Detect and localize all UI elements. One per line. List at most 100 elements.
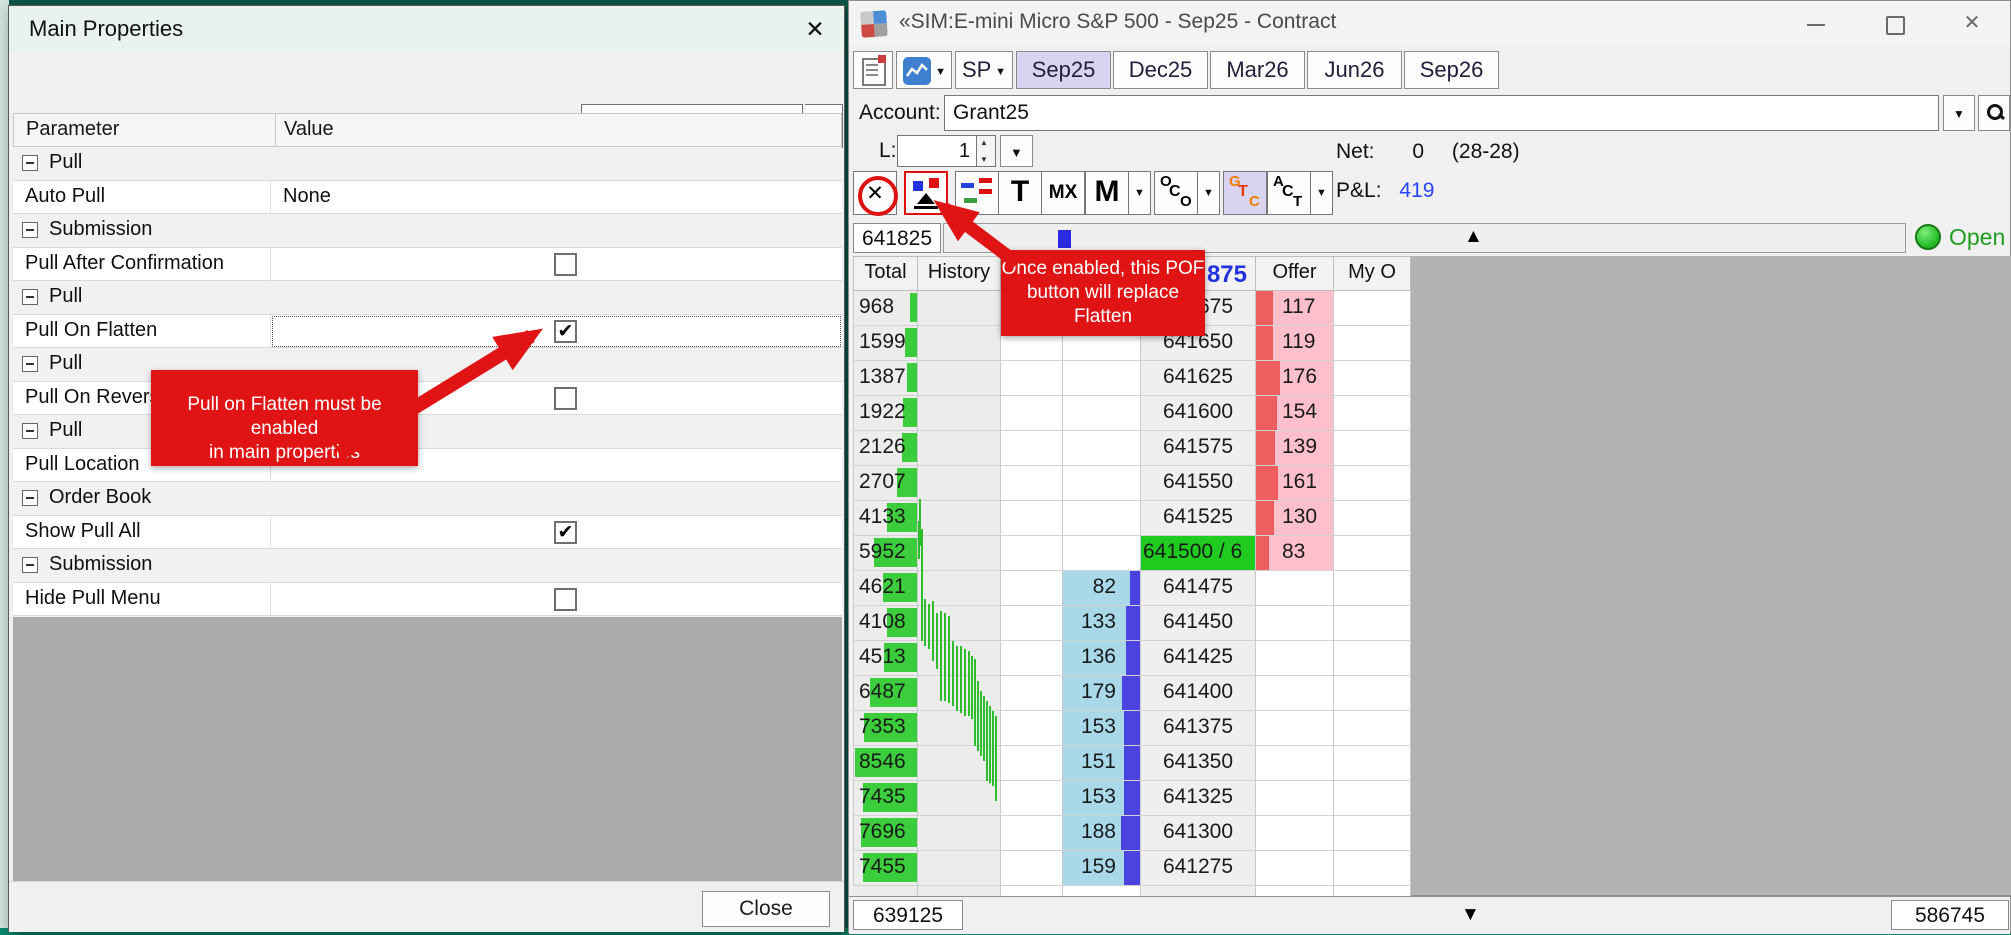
my-orders-cell[interactable] [1334,676,1411,711]
collapse-icon[interactable] [22,222,38,238]
my-orders-cell[interactable] [1334,361,1411,396]
size-input[interactable]: 1 [897,135,977,167]
offer-cell[interactable]: 130 [1256,501,1334,536]
my-orders-cell[interactable] [1334,326,1411,361]
scroll-down-icon[interactable]: ▼ [1461,904,1480,926]
checkbox-checked[interactable]: ✔ [554,521,577,544]
offer-cell[interactable]: 161 [1256,466,1334,501]
offer-cell[interactable] [1256,851,1334,886]
close-button[interactable]: Close [702,891,830,927]
bid-cell[interactable]: 153 [1063,781,1141,816]
symbol-button[interactable]: SP ▼ [955,51,1013,89]
collapse-icon[interactable] [22,289,38,305]
offer-cell[interactable]: 117 [1256,291,1334,326]
scroll-up-icon[interactable]: ▲ [1464,226,1483,248]
account-search-button[interactable] [1978,95,2010,131]
close-window-button[interactable] [1949,1,1995,47]
step-down-icon[interactable]: ▼ [980,155,988,164]
property-row[interactable]: Pull On Reverse [13,382,842,416]
offer-cell[interactable] [1256,641,1334,676]
pull-on-flatten-button[interactable] [904,171,948,215]
property-row[interactable]: Pull Location [13,449,842,483]
price-cell[interactable]: 641375 [1141,711,1256,746]
pull-stack-button[interactable] [955,171,999,215]
property-row[interactable]: Show Pull All✔ [13,516,842,550]
property-group-row[interactable]: Pull [13,348,842,382]
offer-cell[interactable] [1256,571,1334,606]
maximize-button[interactable] [1871,1,1917,47]
property-row[interactable]: Hide Pull Menu [13,583,842,617]
my-orders-cell[interactable] [1334,746,1411,781]
my-orders-cell[interactable] [1334,501,1411,536]
bid-cell[interactable] [1063,536,1141,571]
offer-cell[interactable]: 139 [1256,431,1334,466]
cancel-all-button[interactable] [853,171,897,215]
tab-dec25[interactable]: Dec25 [1113,51,1208,89]
my-orders-cell[interactable] [1334,396,1411,431]
offer-cell[interactable] [1256,781,1334,816]
price-cell[interactable]: 641475 [1141,571,1256,606]
property-value-cell[interactable] [271,248,842,282]
price-cell[interactable]: 641275 [1141,851,1256,886]
column-header-total[interactable]: Total [853,256,918,291]
chart-button[interactable]: ▼ [896,51,952,89]
collapse-icon[interactable] [22,356,38,372]
my-orders-cell[interactable] [1334,781,1411,816]
column-header-my-orders[interactable]: My O [1334,256,1411,291]
my-orders-cell[interactable] [1334,571,1411,606]
offer-cell[interactable] [1256,816,1334,851]
bid-cell[interactable]: 151 [1063,746,1141,781]
market-order-dropdown[interactable] [1129,171,1151,215]
property-value-cell[interactable]: None [271,181,842,215]
gtc-button[interactable]: GTC [1223,171,1267,215]
price-cell[interactable]: 641450 [1141,606,1256,641]
my-orders-cell[interactable] [1334,466,1411,501]
my-orders-cell[interactable] [1334,606,1411,641]
oco-button[interactable]: OCO [1154,171,1198,215]
bid-cell[interactable]: 153 [1063,711,1141,746]
price-cell[interactable]: 641300 [1141,816,1256,851]
collapse-icon[interactable] [22,557,38,573]
property-value-cell[interactable]: ✔ [271,516,842,550]
offer-cell[interactable] [1256,746,1334,781]
property-group-row[interactable]: Order Book [13,482,842,516]
my-orders-cell[interactable] [1334,431,1411,466]
bid-cell[interactable]: 136 [1063,641,1141,676]
oco-dropdown[interactable] [1198,171,1220,215]
bid-cell[interactable]: 179 [1063,676,1141,711]
property-group-row[interactable]: Pull [13,415,842,449]
offer-cell[interactable] [1256,606,1334,641]
column-header-history[interactable]: History [918,256,1001,291]
bid-cell[interactable]: 82 [1063,571,1141,606]
column-divider[interactable] [275,114,276,146]
tab-mar26[interactable]: Mar26 [1210,51,1305,89]
size-dropdown-button[interactable] [1000,135,1033,167]
account-input[interactable]: Grant25 [944,95,1939,131]
property-row[interactable]: Auto PullNone [13,181,842,215]
market-order-button[interactable]: M [1085,171,1129,215]
range-track[interactable] [943,223,1906,253]
collapse-icon[interactable] [22,155,38,171]
mx-button[interactable]: MX [1041,171,1085,215]
price-cell[interactable]: 641400 [1141,676,1256,711]
my-orders-cell[interactable] [1334,536,1411,571]
act-button[interactable]: ACT [1267,171,1311,215]
dialog-close-icon[interactable]: ✕ [800,14,830,44]
checkbox-checked[interactable]: ✔ [554,320,577,343]
offer-cell[interactable] [1256,676,1334,711]
property-value-cell[interactable]: ✔ [271,315,842,349]
property-group-row[interactable]: Submission [13,214,842,248]
bid-cell[interactable] [1063,361,1141,396]
tab-sep26[interactable]: Sep26 [1404,51,1499,89]
my-orders-cell[interactable] [1334,851,1411,886]
checkbox-unchecked[interactable] [554,588,577,611]
property-group-row[interactable]: Submission [13,549,842,583]
my-orders-cell[interactable] [1334,291,1411,326]
property-row[interactable]: Pull After Confirmation [13,248,842,282]
account-dropdown-button[interactable] [1943,95,1975,131]
price-cell[interactable]: 641625 [1141,361,1256,396]
offer-cell[interactable]: 154 [1256,396,1334,431]
collapse-icon[interactable] [22,423,38,439]
bid-cell[interactable]: 188 [1063,816,1141,851]
my-orders-cell[interactable] [1334,641,1411,676]
